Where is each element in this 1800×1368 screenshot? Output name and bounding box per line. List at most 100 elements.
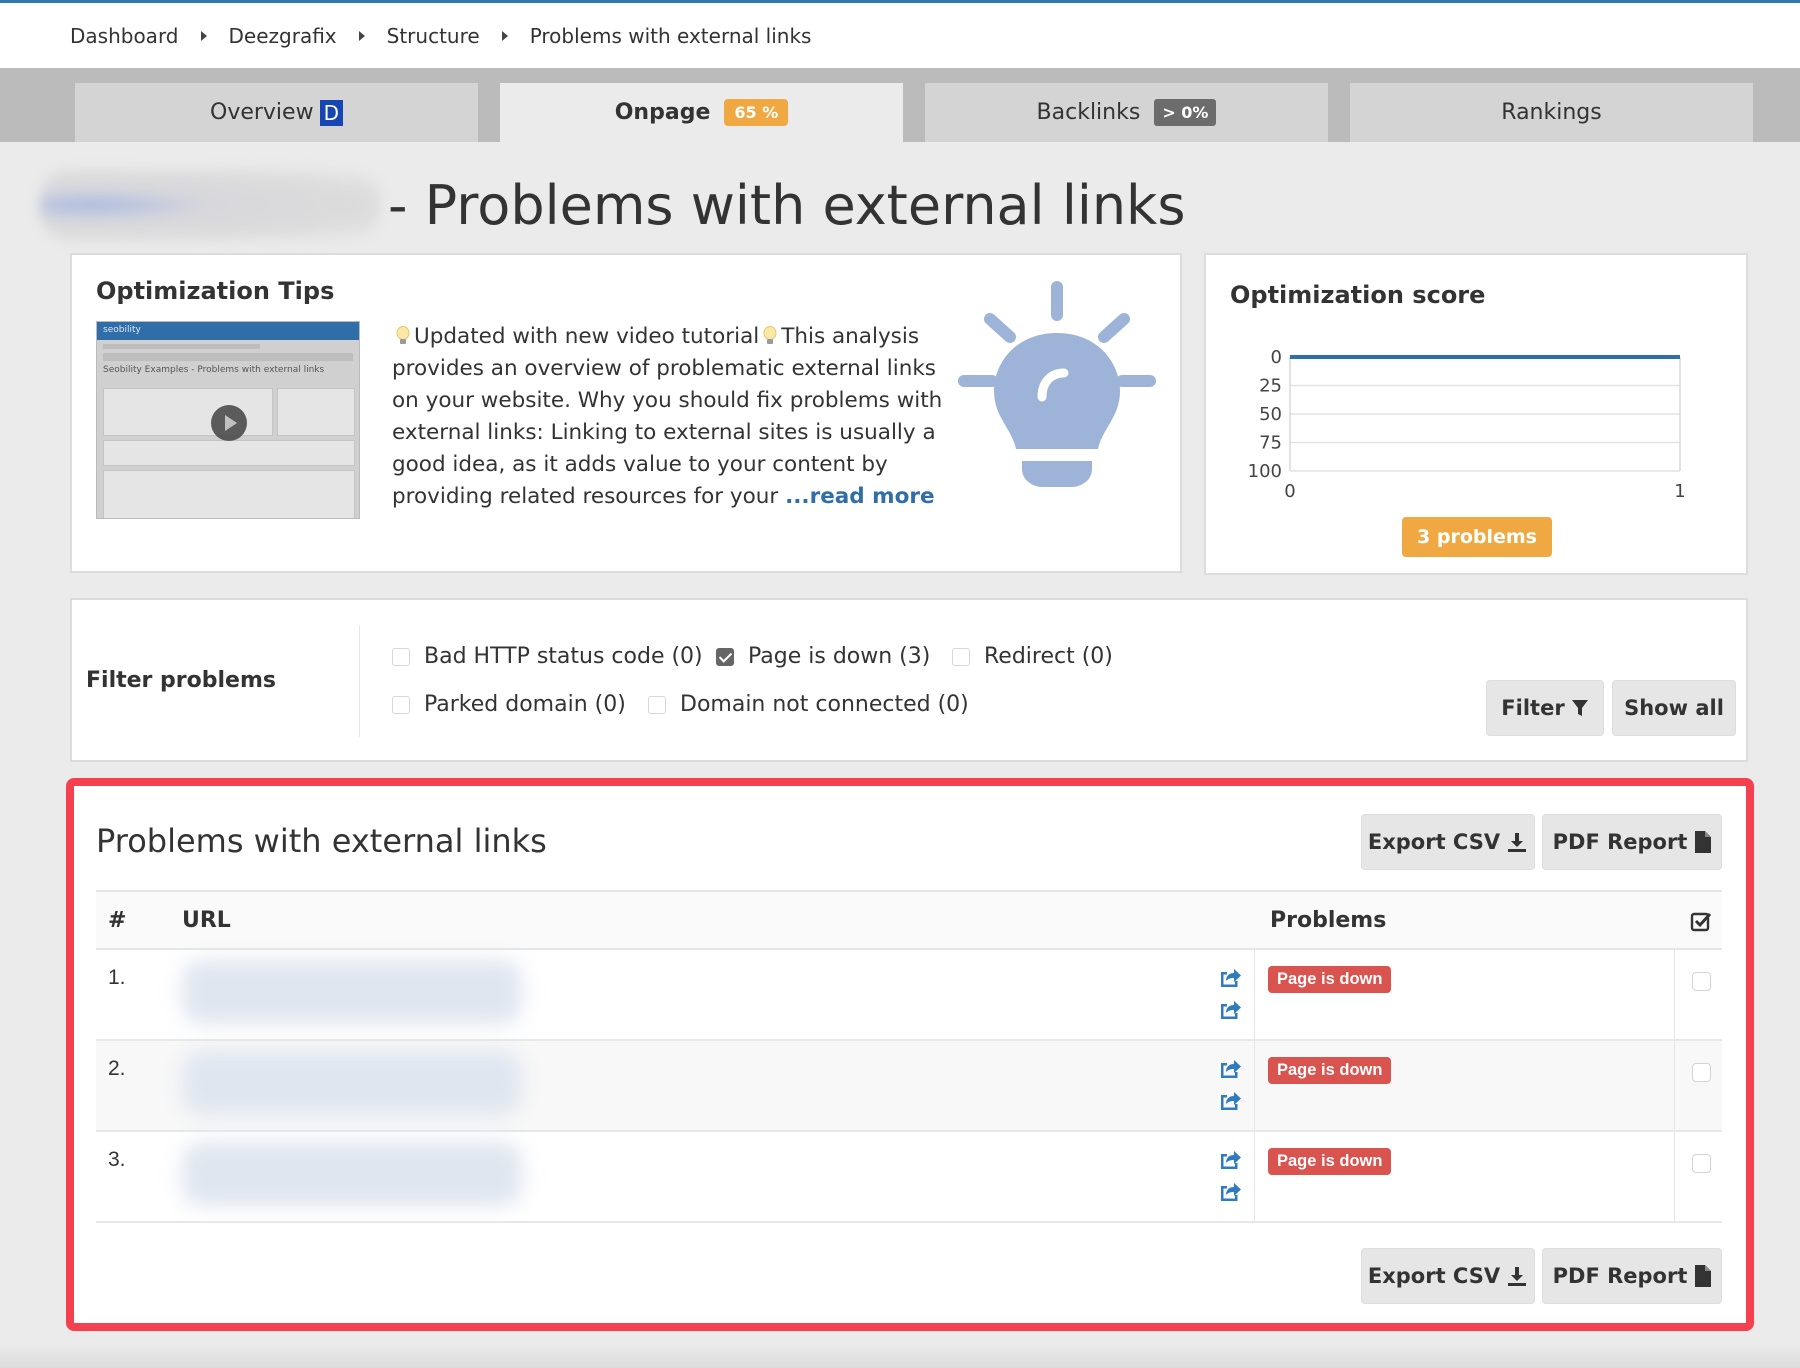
problem-badge: Page is down: [1268, 966, 1392, 993]
download-icon: [1508, 833, 1527, 852]
url-blurred[interactable]: [182, 1142, 522, 1206]
tab-rankings-label: Rankings: [1501, 100, 1602, 125]
grade-badge: D: [319, 99, 343, 126]
column-divider: [1254, 1041, 1255, 1130]
problems-count-badge[interactable]: 3 problems: [1402, 517, 1552, 557]
file-icon: [1695, 1265, 1712, 1287]
video-tabs-placeholder: [103, 353, 353, 361]
filter-page-is-down[interactable]: Page is down (3): [716, 644, 930, 669]
breadcrumb-dashboard[interactable]: Dashboard: [70, 24, 179, 48]
y-tick-label: 0: [1271, 347, 1282, 368]
video-brand: seobility: [97, 322, 359, 340]
external-link-icon[interactable]: [1218, 1180, 1242, 1202]
column-divider: [1674, 1132, 1675, 1221]
external-link-icon[interactable]: [1218, 1148, 1242, 1170]
filter-checkbox[interactable]: [392, 695, 410, 714]
file-icon: [1695, 831, 1712, 853]
row-number: 3.: [108, 1148, 126, 1171]
row-checkbox[interactable]: [1692, 972, 1711, 991]
show-all-button[interactable]: Show all: [1612, 680, 1736, 736]
y-tick-label: 75: [1259, 433, 1282, 454]
column-divider: [1254, 1132, 1255, 1221]
read-more-link[interactable]: ...read more: [785, 484, 934, 509]
tab-rankings[interactable]: Rankings: [1350, 83, 1753, 142]
video-heading: Seobility Examples - Problems with exter…: [103, 365, 325, 375]
optimization-score-chart: 02550751000 1: [1248, 347, 1686, 502]
column-header-problems: Problems: [1270, 908, 1387, 933]
lightbulb-icon: [958, 281, 1156, 487]
tips-description: Updated with new video tutorial This anal…: [392, 321, 952, 513]
video-tutorial-thumbnail[interactable]: seobility Seobility Examples - Problems …: [96, 321, 360, 519]
optimization-score-panel: Optimization score 0 25 50 75 100 0 1 3 proble…: [1204, 253, 1748, 575]
select-all-checkbox-icon[interactable]: [1690, 910, 1712, 932]
row-checkbox[interactable]: [1692, 1154, 1711, 1173]
pdf-report-label: PDF Report: [1552, 830, 1688, 854]
results-table: # URL Problems 1. Page is down 2. Page is d…: [96, 890, 1722, 1223]
tips-update-note: Updated with new video tutorial: [414, 324, 760, 349]
external-links-results-panel: Problems with external links Export CSV …: [66, 778, 1754, 1331]
tab-backlinks-label: Backlinks: [1036, 100, 1141, 125]
pdf-report-button-bottom[interactable]: PDF Report: [1542, 1248, 1722, 1304]
row-number: 1.: [108, 966, 126, 989]
filter-button[interactable]: Filter: [1486, 680, 1604, 736]
url-blurred[interactable]: [182, 1051, 522, 1115]
breadcrumb-current: Problems with external links: [529, 23, 812, 48]
filter-button-label: Filter: [1501, 696, 1565, 720]
filter-bad-http-status[interactable]: Bad HTTP status code (0): [392, 644, 703, 669]
breadcrumb-separator-icon: [200, 30, 207, 41]
tab-overview[interactable]: Overview D: [75, 83, 478, 142]
pdf-report-label: PDF Report: [1552, 1264, 1688, 1288]
tab-onpage-label: Onpage: [614, 100, 711, 125]
breadcrumb-project[interactable]: Deezgrafix: [229, 24, 337, 48]
filter-divider: [359, 625, 360, 737]
export-csv-button-bottom[interactable]: Export CSV: [1361, 1248, 1535, 1304]
filter-option-label: Redirect (0): [984, 644, 1113, 669]
column-divider: [1674, 950, 1675, 1039]
export-csv-button-top[interactable]: Export CSV: [1361, 814, 1535, 870]
project-logo-blurred: [40, 170, 380, 240]
breadcrumb-separator-icon: [358, 30, 365, 41]
url-blurred[interactable]: [182, 960, 522, 1024]
x-tick-label: 1: [1674, 481, 1685, 502]
y-tick-label: 50: [1259, 404, 1282, 425]
lightbulb-emoji-icon: [396, 326, 410, 344]
external-link-icon[interactable]: [1218, 1089, 1242, 1111]
optimization-score-title: Optimization score: [1230, 281, 1486, 309]
column-divider: [1674, 1041, 1675, 1130]
filter-parked-domain[interactable]: Parked domain (0): [392, 692, 626, 717]
export-csv-label: Export CSV: [1367, 1264, 1501, 1288]
column-header-url: URL: [182, 908, 231, 933]
tab-onpage[interactable]: Onpage 65 %: [500, 83, 903, 142]
breadcrumb-structure[interactable]: Structure: [387, 24, 480, 48]
video-score-box: [277, 388, 355, 436]
filter-redirect[interactable]: Redirect (0): [952, 644, 1113, 669]
filter-checkbox[interactable]: [392, 647, 410, 666]
download-icon: [1508, 1267, 1527, 1286]
filter-problems-panel: Filter problems Bad HTTP status code (0)…: [70, 598, 1748, 762]
filter-option-label: Parked domain (0): [424, 692, 626, 717]
filter-domain-not-connected[interactable]: Domain not connected (0): [648, 692, 969, 717]
filter-checkbox[interactable]: [648, 695, 666, 714]
tab-overview-label: Overview: [210, 100, 314, 125]
filter-problems-label: Filter problems: [86, 668, 276, 693]
external-link-icon[interactable]: [1218, 966, 1242, 988]
table-row: 2. Page is down: [96, 1041, 1722, 1132]
row-checkbox[interactable]: [1692, 1063, 1711, 1082]
filter-checkbox[interactable]: [952, 647, 970, 666]
table-row: 1. Page is down: [96, 950, 1722, 1041]
tips-body-text: This analysis provides an overview of pr…: [392, 324, 943, 509]
tab-bar: Overview D Onpage 65 % Backlinks > 0% Ra…: [0, 68, 1800, 142]
y-tick-label: 100: [1248, 461, 1282, 482]
external-link-icon[interactable]: [1218, 1057, 1242, 1079]
funnel-icon: [1571, 700, 1588, 716]
filter-checkbox-checked[interactable]: [716, 647, 734, 666]
external-link-icon[interactable]: [1218, 998, 1242, 1020]
column-divider: [1254, 950, 1255, 1039]
video-breadcrumb-placeholder: [103, 344, 261, 349]
breadcrumb: Dashboard Deezgrafix Structure Problems …: [0, 3, 1800, 68]
page-title: - Problems with external links: [388, 173, 1186, 237]
pdf-report-button-top[interactable]: PDF Report: [1542, 814, 1722, 870]
play-icon[interactable]: [211, 405, 247, 441]
video-table-box: [103, 470, 355, 518]
tab-backlinks[interactable]: Backlinks > 0%: [925, 83, 1328, 142]
